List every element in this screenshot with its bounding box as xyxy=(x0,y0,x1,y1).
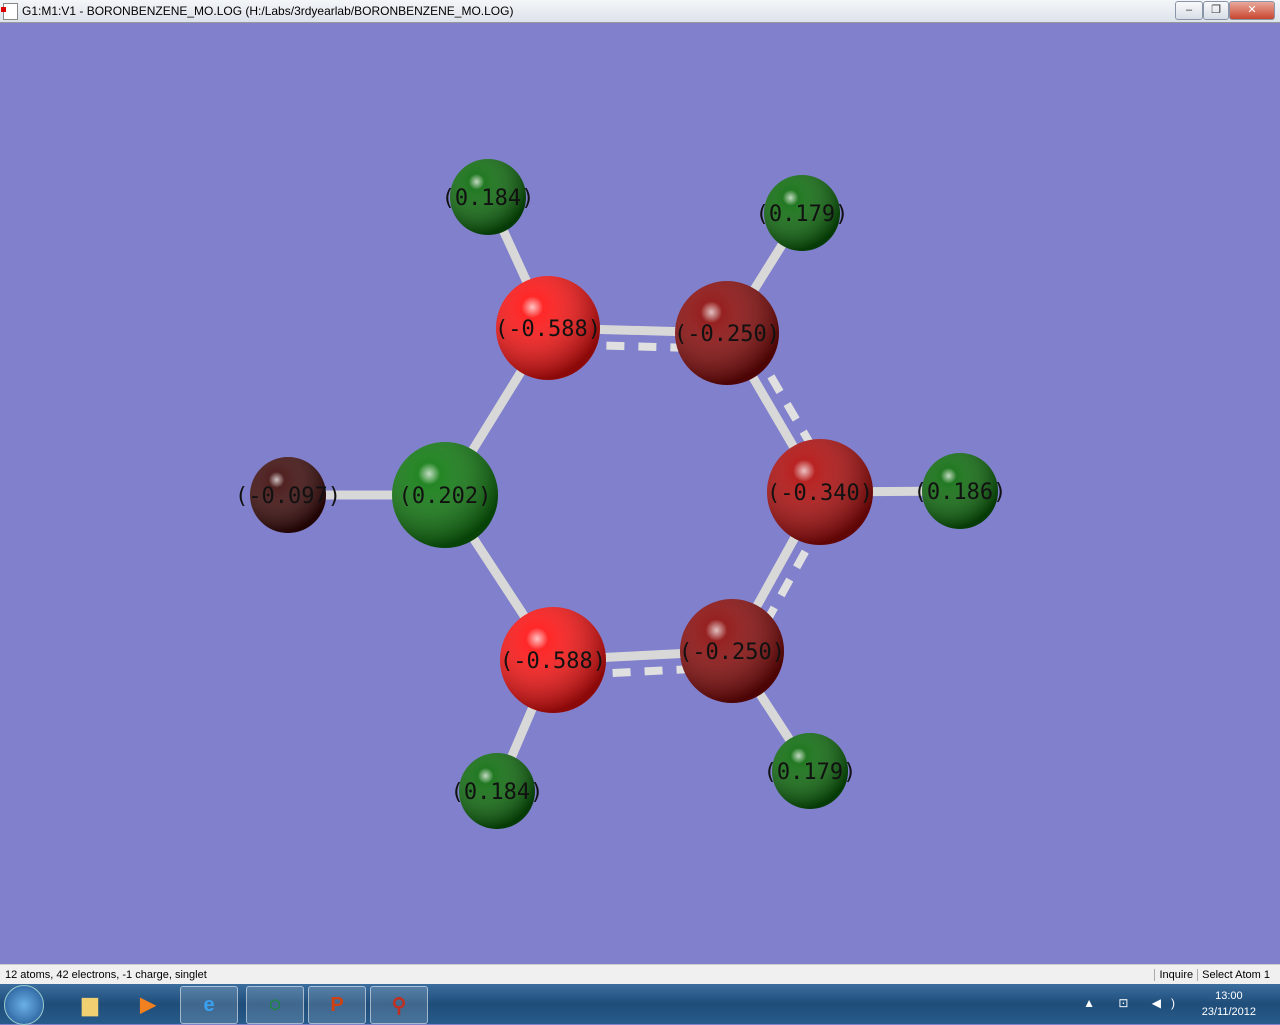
molecule-view[interactable]: (0.184) (0.179) (-0.588) (-0.250) (-0.340) (0… xyxy=(0,23,1280,964)
gaussview-icon[interactable]: ⚲ xyxy=(370,986,428,1024)
charge-label: (0.179) xyxy=(764,760,857,785)
charge-label: (0.184) xyxy=(442,186,535,211)
close-button[interactable]: ✕ xyxy=(1229,1,1275,20)
status-action: Select Atom 1 xyxy=(1197,969,1274,981)
charge-label: (0.186) xyxy=(914,480,1007,505)
molecule-viewport[interactable]: (0.184) (0.179) (-0.588) (-0.250) (-0.340) (0… xyxy=(0,23,1280,964)
internet-explorer-icon[interactable]: e xyxy=(180,986,238,1024)
mode-inquire[interactable]: Inquire xyxy=(1154,969,1198,981)
system-tray[interactable]: ▲ ⊡ ◀) xyxy=(1083,996,1185,1010)
charge-label: (-0.250) xyxy=(679,640,785,665)
chemdraw-icon[interactable]: ⬡ xyxy=(246,986,304,1024)
powerpoint-icon[interactable]: P xyxy=(308,986,366,1024)
charge-label: (-0.588) xyxy=(500,649,606,674)
charge-label: (-0.097) xyxy=(235,484,341,509)
clock-time: 13:00 xyxy=(1215,990,1243,1002)
title-bar: G1:M1:V1 - BORONBENZENE_MO.LOG (H:/Labs/… xyxy=(0,0,1280,23)
explorer-icon[interactable]: ▆ xyxy=(62,986,118,1022)
taskbar: ▆ ▶ e ⬡ P ⚲ ▲ ⊡ ◀) 13:00 23/11/2012 xyxy=(0,984,1280,1025)
clock[interactable]: 13:00 23/11/2012 xyxy=(1202,988,1256,1020)
charge-label: (0.202) xyxy=(399,484,492,509)
restore-button[interactable]: ❐ xyxy=(1203,1,1229,20)
charge-label: (0.184) xyxy=(451,780,544,805)
clock-date: 23/11/2012 xyxy=(1201,1006,1256,1018)
start-button[interactable] xyxy=(4,985,44,1025)
window-title: G1:M1:V1 - BORONBENZENE_MO.LOG (H:/Labs/… xyxy=(22,4,514,18)
charge-label: (-0.588) xyxy=(495,317,601,342)
media-player-icon[interactable]: ▶ xyxy=(120,986,176,1022)
app-icon xyxy=(1,3,18,20)
minimize-button[interactable]: – xyxy=(1175,1,1203,20)
charge-label: (0.179) xyxy=(756,202,849,227)
status-bar: 12 atoms, 42 electrons, -1 charge, singl… xyxy=(0,964,1280,985)
charge-label: (-0.250) xyxy=(674,322,780,347)
molecule-info: 12 atoms, 42 electrons, -1 charge, singl… xyxy=(5,969,207,981)
charge-label: (-0.340) xyxy=(767,481,873,506)
